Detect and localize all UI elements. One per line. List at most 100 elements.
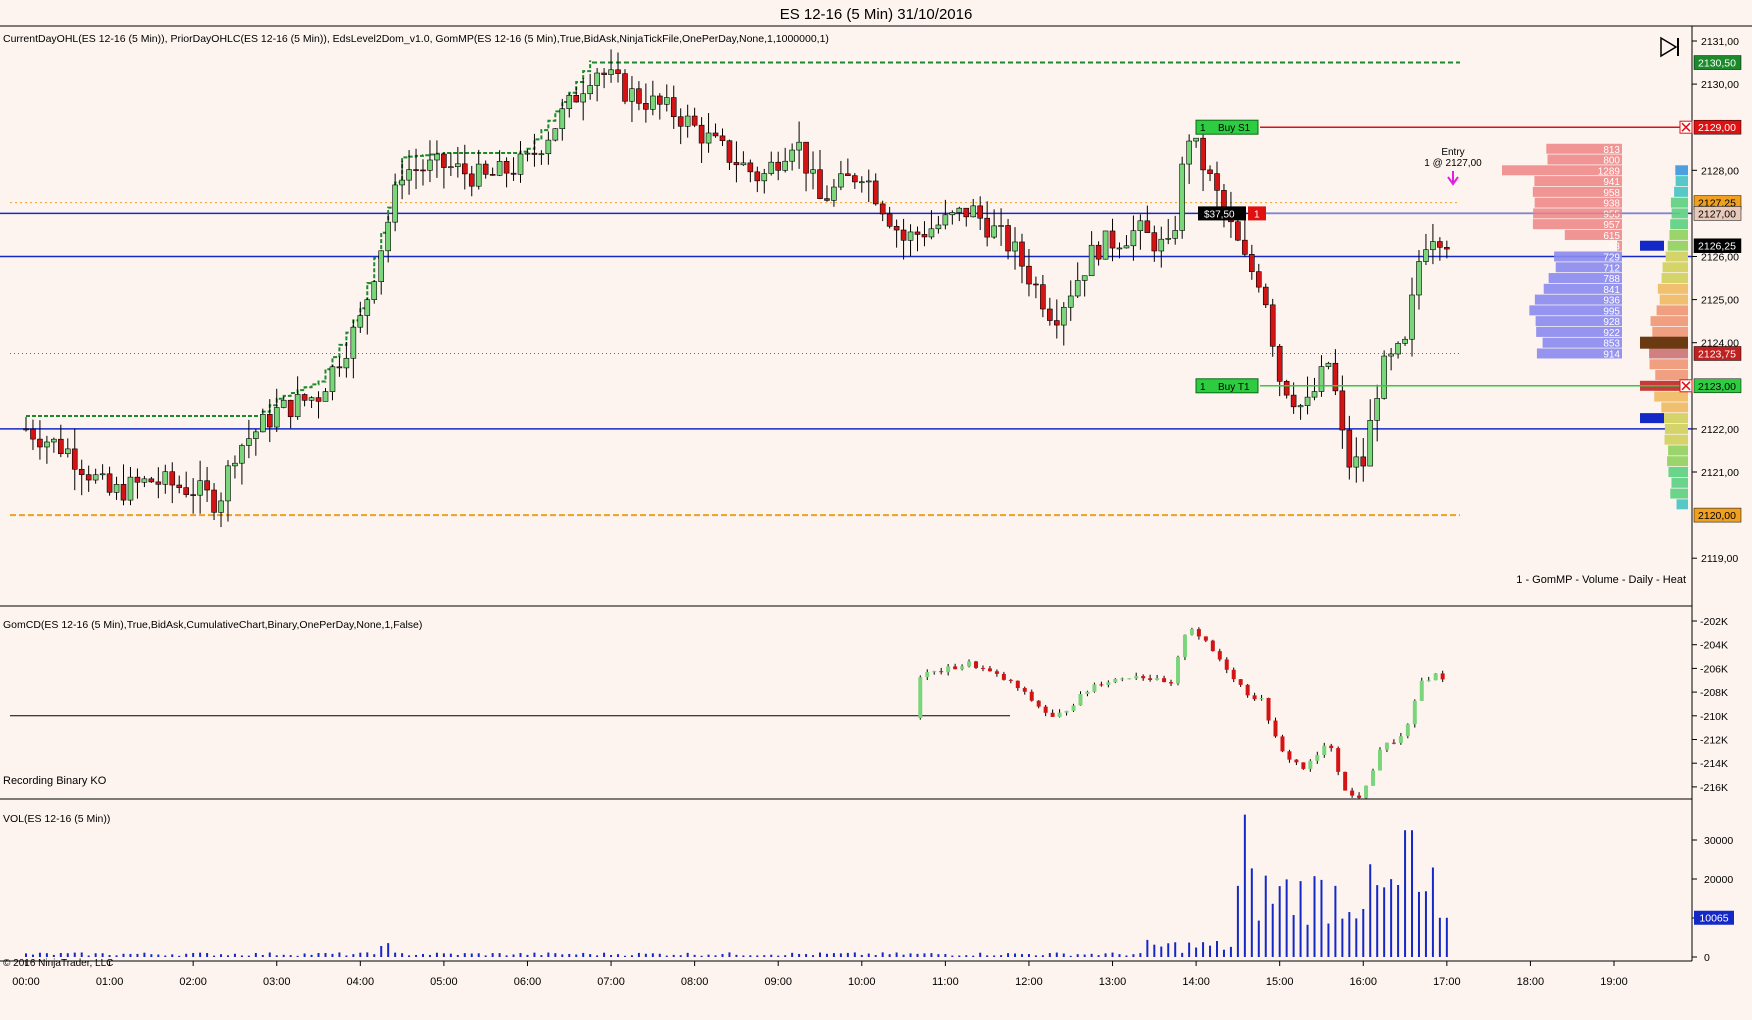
cd-candle-body — [1148, 678, 1153, 681]
candle-body — [378, 250, 385, 282]
cd-candle-body — [1252, 695, 1257, 700]
candle-body — [364, 299, 371, 316]
cd-candle-body — [1078, 693, 1083, 706]
candle-body — [197, 480, 203, 496]
candle-body — [1339, 390, 1346, 431]
candle-body — [1423, 249, 1429, 262]
candle-body — [1235, 221, 1241, 241]
candle-body — [1297, 405, 1304, 408]
candle-body — [1353, 456, 1360, 468]
volume-profile-label: 957 — [1603, 220, 1620, 231]
volume-profile-label: 53 — [1609, 242, 1621, 253]
candle-body — [1402, 338, 1408, 344]
candle-body — [970, 205, 977, 218]
candle-body — [482, 163, 489, 175]
candle-body — [594, 72, 600, 86]
cd-candle-body — [1412, 700, 1417, 725]
cd-candle-body — [987, 668, 992, 672]
candle-body — [92, 474, 99, 481]
cancel-order-icon[interactable] — [1679, 379, 1693, 393]
price-tag-label: 2126,25 — [1698, 241, 1736, 253]
candle-body — [517, 153, 524, 175]
candle-body — [475, 163, 482, 187]
candle-body — [1430, 241, 1436, 251]
candle-body — [1109, 230, 1116, 249]
candle-body — [1255, 271, 1262, 288]
candle-body — [260, 414, 266, 433]
candle-body — [315, 397, 322, 402]
cd-candle-body — [1343, 771, 1348, 791]
candle-body — [357, 315, 364, 328]
cd-candle-body — [1384, 742, 1389, 750]
candle-body — [824, 198, 830, 201]
candle-body — [1409, 294, 1415, 340]
cancel-order-icon[interactable] — [1679, 120, 1693, 134]
time-axis-label: 14:00 — [1182, 976, 1210, 988]
price-tag-label: 2120,00 — [1698, 510, 1736, 522]
heat-bar — [1668, 467, 1688, 477]
candle-body — [531, 152, 538, 155]
candle-body — [1116, 247, 1123, 250]
candle-body — [733, 162, 740, 166]
candle-body — [1067, 295, 1074, 308]
candle-body — [1005, 225, 1011, 252]
cd-candle-body — [974, 661, 979, 668]
vol-indicator-label: VOL(ES 12-16 (5 Min)) — [3, 813, 110, 825]
candle-body — [232, 462, 238, 467]
cd-axis-label: -204K — [1700, 640, 1728, 652]
copyright-label: © 2016 NinjaTrader, LLC — [3, 958, 113, 969]
candle-body — [1012, 241, 1018, 252]
candle-body — [85, 474, 92, 481]
heat-bar — [1665, 251, 1688, 262]
candle-body — [726, 140, 733, 163]
time-axis-label: 13:00 — [1099, 976, 1127, 988]
candle-body — [1311, 391, 1318, 398]
candle-body — [886, 213, 893, 227]
candle-body — [106, 473, 113, 493]
candle-body — [949, 212, 956, 216]
candle-body — [879, 203, 886, 215]
candle-body — [852, 175, 858, 183]
volume-profile-label: 928 — [1603, 317, 1620, 328]
time-axis-label: 08:00 — [681, 976, 709, 988]
poc-bar — [1640, 336, 1688, 349]
price-indicator-label: CurrentDayOHL(ES 12-16 (5 Min)), PriorDa… — [3, 33, 829, 45]
heat-bar — [1649, 359, 1688, 370]
position-tag[interactable]: $37,50 1 — [1198, 206, 1266, 221]
target-order-tag[interactable]: 1 Buy T1 — [1195, 378, 1259, 394]
candle-body — [120, 484, 127, 501]
cd-candle-body — [1391, 742, 1396, 744]
candle-body — [308, 397, 315, 401]
stop-order-tag[interactable]: 1 Buy S1 — [1195, 119, 1259, 135]
candle-body — [78, 468, 85, 475]
candle-body — [719, 135, 726, 142]
heat-bar — [1675, 176, 1688, 187]
cd-candle-body — [1301, 762, 1306, 769]
candle-body — [1325, 362, 1332, 367]
cd-candle-body — [1113, 678, 1118, 683]
cd-candle-body — [1071, 705, 1076, 711]
volume-profile-label: 941 — [1603, 177, 1620, 188]
cd-candle-body — [918, 677, 923, 719]
chart-canvas[interactable]: ES 12-16 (5 Min) 31/10/2016 813800128994… — [0, 0, 1752, 1015]
candle-body — [1214, 173, 1220, 191]
time-axis-label: 07:00 — [597, 976, 625, 988]
time-axis-label: 16:00 — [1349, 976, 1377, 988]
cd-candle-body — [1280, 736, 1285, 752]
cd-candle-body — [1106, 682, 1111, 685]
cd-candle-body — [1266, 698, 1271, 721]
candle-body — [684, 115, 691, 127]
cd-candle-body — [1092, 684, 1097, 692]
heat-bar — [1650, 316, 1688, 327]
cd-axis-label: -216K — [1700, 782, 1728, 794]
time-axis-label: 19:00 — [1600, 976, 1628, 988]
candle-body — [907, 231, 914, 241]
heat-bar — [1662, 262, 1688, 273]
candle-body — [371, 281, 378, 300]
volume-profile-label: 914 — [1603, 349, 1620, 360]
cd-axis-label: -214K — [1700, 758, 1728, 770]
cd-candle-body — [1085, 691, 1090, 694]
cd-candle-body — [967, 661, 972, 667]
position-qty: 1 — [1254, 209, 1260, 220]
candle-body — [1242, 239, 1248, 255]
